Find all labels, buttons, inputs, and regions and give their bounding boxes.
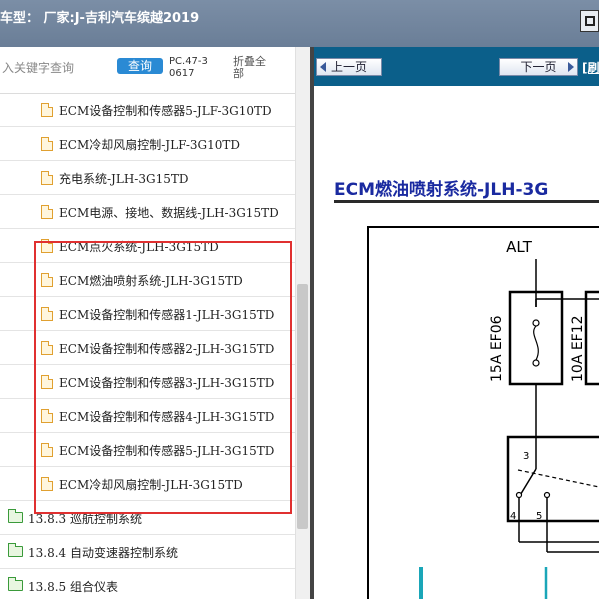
document-icon <box>41 307 53 321</box>
pc-code: PC.47-30617 <box>169 56 208 79</box>
document-icon <box>41 409 53 423</box>
search-input[interactable] <box>0 57 114 79</box>
folder-icon <box>8 543 23 557</box>
source-label: ALT <box>506 238 533 256</box>
arrow-left-icon <box>320 62 326 72</box>
fuse-box-outline <box>367 226 599 599</box>
tree-item[interactable]: 充电系统-JLH-3G15TD <box>0 161 295 195</box>
tree-item-label: ECM燃油喷射系统-JLH-3G15TD <box>59 274 243 288</box>
next-page-button[interactable]: 下一页 <box>499 58 578 76</box>
tree-item[interactable]: ECM设备控制和传感器5-JLH-3G15TD <box>0 433 295 467</box>
maximize-icon[interactable] <box>580 10 599 32</box>
fold-all-button[interactable]: 折叠全部 <box>233 56 273 80</box>
title-rule <box>334 200 599 203</box>
document-icon <box>41 341 53 355</box>
prev-page-button[interactable]: 上一页 <box>316 58 382 76</box>
next-page-label: 下一页 <box>520 60 557 74</box>
document-icon <box>41 103 53 117</box>
search-bar: 查询 PC.47-30617 折叠全部 <box>0 47 310 94</box>
tree-item-label: 充电系统-JLH-3G15TD <box>59 172 189 186</box>
wiring-diagram: ALT 15A EF06 10A EF12 3 4 5 <box>367 226 599 599</box>
tree-folder[interactable]: 13.8.5 组合仪表 <box>0 569 295 599</box>
document-viewer: 上一页 下一页 [刷 ECM燃油喷射系统-JLH-3G ALT 15A EF06… <box>314 47 599 599</box>
document-icon <box>41 375 53 389</box>
refresh-link[interactable]: [刷 <box>582 59 599 76</box>
tree-item-label: ECM冷却风扇控制-JLF-3G10TD <box>59 138 241 152</box>
arrow-right-icon <box>568 62 574 72</box>
tree-item[interactable]: ECM冷却风扇控制-JLH-3G15TD <box>0 467 295 501</box>
folder-icon <box>8 577 23 591</box>
pin-5: 5 <box>536 511 542 522</box>
tree-item[interactable]: ECM设备控制和传感器1-JLH-3G15TD <box>0 297 295 331</box>
tree-item-label: ECM冷却风扇控制-JLH-3G15TD <box>59 478 243 492</box>
fuse1-label: 15A EF06 <box>489 315 505 382</box>
tree-folder-label: 13.8.5 组合仪表 <box>28 580 118 594</box>
tree-item-label: ECM设备控制和传感器4-JLH-3G15TD <box>59 410 275 424</box>
tree-item[interactable]: ECM设备控制和传感器3-JLH-3G15TD <box>0 365 295 399</box>
diagram-title: ECM燃油喷射系统-JLH-3G <box>334 180 549 200</box>
tree-item[interactable]: ECM设备控制和传感器4-JLH-3G15TD <box>0 399 295 433</box>
window-title: 车型： 厂家:J-吉利汽车缤越2019 <box>0 11 200 26</box>
tree-item-label: ECM点火系统-JLH-3G15TD <box>59 240 219 254</box>
fuse2-label: 10A EF12 <box>570 315 586 382</box>
tree-folder[interactable]: 13.8.3 巡航控制系统 <box>0 501 295 535</box>
tree-list: ECM设备控制和传感器5-JLF-3G10TD ECM冷却风扇控制-JLF-3G… <box>0 93 295 599</box>
viewer-toolbar: 上一页 下一页 [刷 <box>314 47 599 86</box>
tree-item[interactable]: ECM电源、接地、数据线-JLH-3G15TD <box>0 195 295 229</box>
tree-item-label: ECM电源、接地、数据线-JLH-3G15TD <box>59 206 279 220</box>
tree-item-label: ECM设备控制和传感器2-JLH-3G15TD <box>59 342 275 356</box>
tree-item[interactable]: ECM燃油喷射系统-JLH-3G15TD <box>0 263 295 297</box>
document-icon <box>41 477 53 491</box>
document-icon <box>41 273 53 287</box>
left-panel: 查询 PC.47-30617 折叠全部 ECM设备控制和传感器5-JLF-3G1… <box>0 47 310 599</box>
prev-page-label: 上一页 <box>330 60 367 74</box>
document-icon <box>41 239 53 253</box>
pin-3: 3 <box>523 451 529 462</box>
folder-icon <box>8 509 23 523</box>
tree-item[interactable]: ECM冷却风扇控制-JLF-3G10TD <box>0 127 295 161</box>
tree-item[interactable]: ECM设备控制和传感器5-JLF-3G10TD <box>0 93 295 127</box>
pin-4: 4 <box>510 511 516 522</box>
document-icon <box>41 205 53 219</box>
tree-item-label: ECM设备控制和传感器1-JLH-3G15TD <box>59 308 275 322</box>
tree-item-label: ECM设备控制和传感器3-JLH-3G15TD <box>59 376 275 390</box>
title-bar: 车型： 厂家:J-吉利汽车缤越2019 <box>0 0 599 47</box>
fuse-ef12 <box>584 290 599 386</box>
relay-box <box>506 435 599 523</box>
tree-item[interactable]: ECM点火系统-JLH-3G15TD <box>0 229 295 263</box>
tree-item-label: ECM设备控制和传感器5-JLF-3G10TD <box>59 104 272 118</box>
query-button[interactable]: 查询 <box>117 58 163 74</box>
relay-switch <box>518 468 537 498</box>
tree-folder-label: 13.8.3 巡航控制系统 <box>28 512 142 526</box>
tree-item-label: ECM设备控制和传感器5-JLH-3G15TD <box>59 444 275 458</box>
document-icon <box>41 171 53 185</box>
tree-item[interactable]: ECM设备控制和传感器2-JLH-3G15TD <box>0 331 295 365</box>
tree-folder[interactable]: 13.8.4 自动变速器控制系统 <box>0 535 295 569</box>
document-icon <box>41 443 53 457</box>
document-icon <box>41 137 53 151</box>
tree-scrollbar-thumb[interactable] <box>297 284 308 529</box>
tree-folder-label: 13.8.4 自动变速器控制系统 <box>28 546 178 560</box>
fuse-element <box>533 325 539 361</box>
